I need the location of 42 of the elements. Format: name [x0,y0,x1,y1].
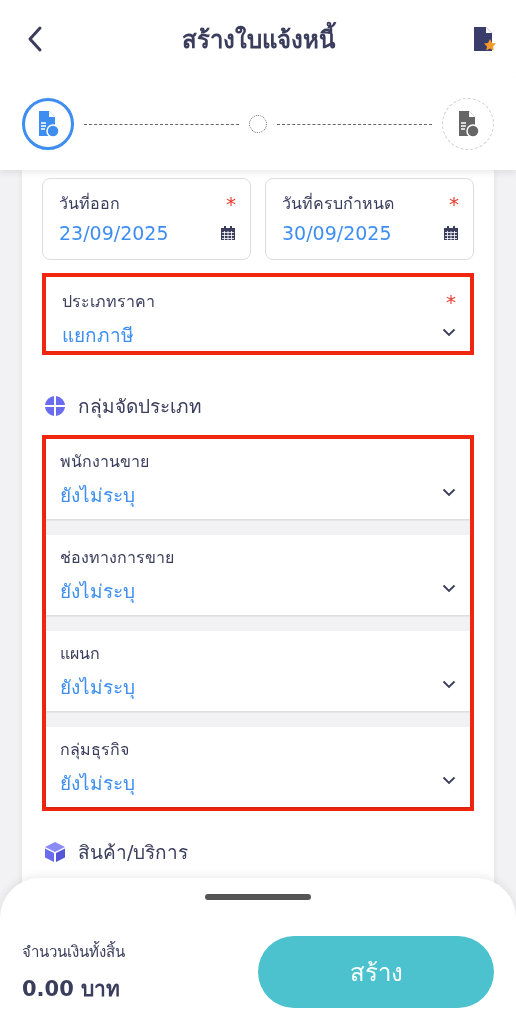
field-label: แผนก [60,644,100,663]
field-value: 30/09/2025 [282,222,392,244]
back-icon[interactable] [26,25,44,53]
total-label: จำนวนเงินทั้งสิ้น [22,940,125,963]
date-field[interactable]: วันที่ออก * 23/09/2025 [42,178,251,260]
dropdown-field[interactable]: ช่องทางการขาย ยังไม่ระบุ [46,535,470,615]
field-value: ยังไม่ระบุ [60,675,135,701]
page-title: สร้างใบแจ้งหนี้ [44,19,472,59]
document-star-icon[interactable] [472,25,496,53]
field-value: ยังไม่ระบุ [60,579,135,605]
chevron-down-icon [442,327,456,337]
dropdown-field[interactable]: พนักงานขาย ยังไม่ระบุ [46,439,470,519]
calendar-icon[interactable] [220,225,236,241]
field-label: กลุ่มธุรกิจ [60,740,129,759]
invoice-step-icon[interactable] [22,98,74,150]
field-label: ช่องทางการขาย [60,548,174,567]
dropdown-field[interactable]: แผนก ยังไม่ระบุ [46,631,470,711]
chevron-down-icon [442,679,456,689]
field-label: ประเภทราคา [62,291,155,313]
section-title: กลุ่มจัดประเภท [78,394,202,420]
calendar-icon[interactable] [443,225,459,241]
field-value: ยังไม่ระบุ [60,483,135,509]
field-label: วันที่ครบกำหนด [282,192,394,215]
box-icon [44,841,66,863]
field-value: แยกภาษี [62,323,134,348]
dropdown-field[interactable]: กลุ่มธุรกิจ ยังไม่ระบุ [46,727,470,807]
chevron-down-icon [442,775,456,785]
required-mark: * [449,194,459,213]
drag-handle[interactable] [205,894,311,900]
required-mark: * [226,194,236,213]
section-title: สินค้า/บริการ [78,840,189,865]
field-label: วันที่ออก [59,192,120,215]
chevron-down-icon [442,487,456,497]
chevron-down-icon [442,583,456,593]
field-value: 23/09/2025 [59,222,169,244]
field-value: ยังไม่ระบุ [60,771,135,797]
date-field[interactable]: วันที่ครบกำหนด * 30/09/2025 [265,178,474,260]
price-type-select[interactable]: ประเภทราคา * แยกภาษี [42,273,474,355]
field-label: พนักงานขาย [60,452,149,471]
total-amount: 0.00 บาท [22,975,122,1003]
pie-chart-icon [44,395,66,417]
required-mark: * [446,292,456,311]
